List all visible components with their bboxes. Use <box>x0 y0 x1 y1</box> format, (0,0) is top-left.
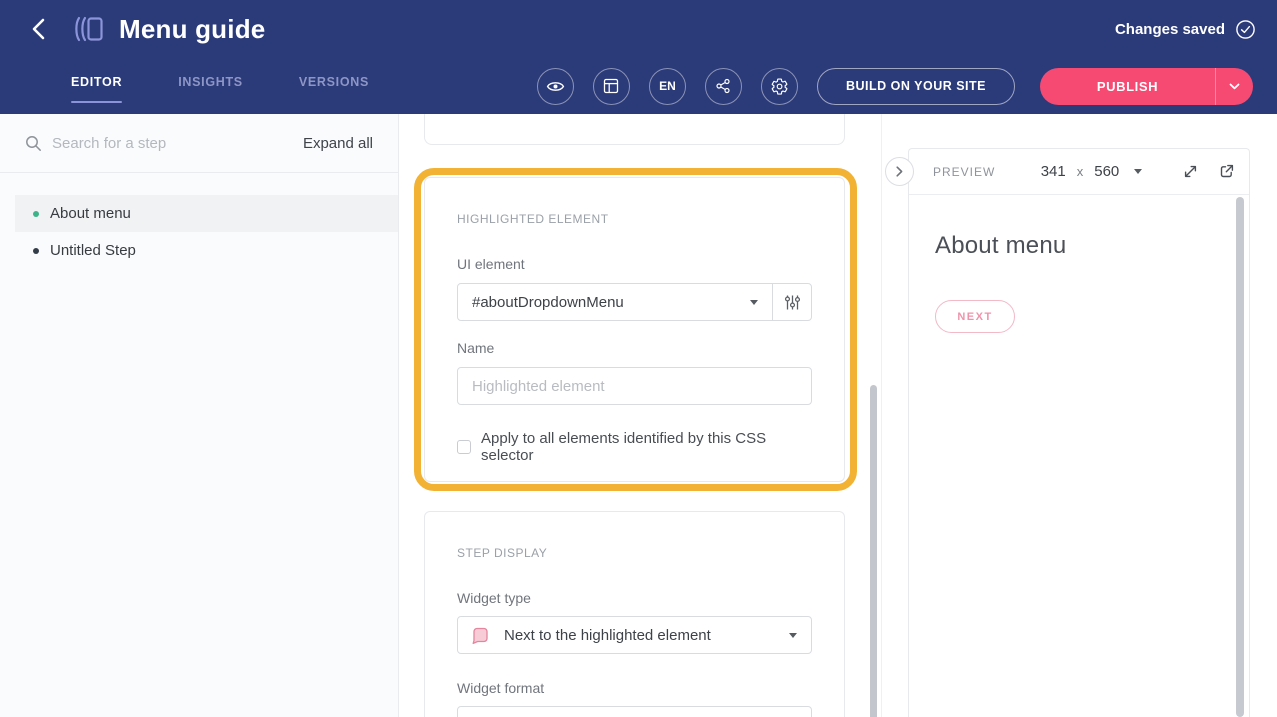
step-search-input[interactable] <box>52 135 303 152</box>
viewport-size-dropdown[interactable]: 341 x 560 <box>1011 163 1172 180</box>
open-in-new-window-button[interactable] <box>1218 163 1235 180</box>
ui-element-value: #aboutDropdownMenu <box>472 294 624 311</box>
share-icon <box>715 78 731 94</box>
share-button[interactable] <box>705 68 742 105</box>
chevron-down-icon <box>1229 83 1240 90</box>
apply-all-checkbox-label: Apply to all elements identified by this… <box>481 430 812 464</box>
layout-panel-button[interactable] <box>593 68 630 105</box>
step-list: About menu Untitled Step <box>0 173 398 269</box>
caret-down-icon <box>1134 169 1142 174</box>
preview-panel: PREVIEW 341 x 560 <box>908 148 1250 717</box>
step-status-dot <box>33 211 39 217</box>
name-label: Name <box>457 340 812 356</box>
preview-viewport: About menu NEXT <box>909 195 1249 333</box>
publish-menu-button[interactable] <box>1216 68 1253 105</box>
save-status-label: Changes saved <box>1115 21 1225 38</box>
tab-editor[interactable]: EDITOR <box>71 69 122 103</box>
widget-format-select[interactable]: Hint <box>457 706 812 717</box>
sliders-icon <box>783 293 802 312</box>
app-window: Menu guide Changes saved EDITOR INSIGHTS… <box>0 0 1277 717</box>
publish-split-button: PUBLISH <box>1040 68 1253 105</box>
caret-down-icon <box>750 300 758 305</box>
build-button-label: BUILD ON YOUR SITE <box>846 79 986 93</box>
highlighted-element-card: HIGHLIGHTED ELEMENT UI element #aboutDro… <box>424 177 845 482</box>
page-title: Menu guide <box>119 14 265 45</box>
tour-type-icon <box>70 14 106 44</box>
section-title: STEP DISPLAY <box>457 546 812 560</box>
step-item-label: About menu <box>50 205 131 222</box>
caret-down-icon <box>789 633 797 638</box>
step-item-label: Untitled Step <box>50 242 136 259</box>
check-circle-icon <box>1235 19 1256 40</box>
viewport-width-value: 341 <box>1041 163 1066 180</box>
highlighted-element-name-input[interactable] <box>457 367 812 405</box>
header-tab-row: EDITOR INSIGHTS VERSIONS <box>0 58 1277 114</box>
viewport-height-value: 560 <box>1094 163 1119 180</box>
step-item-about-menu[interactable]: About menu <box>15 195 398 232</box>
step-search-row: Expand all <box>0 114 398 173</box>
previous-card-bottom <box>424 114 845 145</box>
search-icon <box>25 135 42 152</box>
editor-scrollbar-thumb[interactable] <box>870 385 877 717</box>
settings-button[interactable] <box>761 68 798 105</box>
tab-versions[interactable]: VERSIONS <box>299 69 369 103</box>
collapse-preview-button[interactable] <box>885 157 914 186</box>
widget-type-select[interactable]: Next to the highlighted element <box>457 616 812 654</box>
chevron-right-icon <box>896 166 903 177</box>
preview-actions <box>1182 163 1235 180</box>
expand-all-link[interactable]: Expand all <box>303 135 373 152</box>
tab-insights[interactable]: INSIGHTS <box>178 69 243 103</box>
eye-icon <box>546 77 565 96</box>
publish-button[interactable]: PUBLISH <box>1040 68 1215 105</box>
section-title: HIGHLIGHTED ELEMENT <box>457 212 812 226</box>
external-link-icon <box>1218 163 1235 180</box>
language-label: EN <box>659 79 676 93</box>
app-header: Menu guide Changes saved EDITOR INSIGHTS… <box>0 0 1277 114</box>
preview-title: PREVIEW <box>933 165 1011 179</box>
build-on-your-site-button[interactable]: BUILD ON YOUR SITE <box>817 68 1015 105</box>
selector-settings-button[interactable] <box>773 284 811 320</box>
tooltip-bubble-icon <box>470 625 490 645</box>
steps-sidebar: Expand all About menu Untitled Step <box>0 114 399 717</box>
ui-element-select-group: #aboutDropdownMenu <box>457 283 812 321</box>
header-toolbar: EN <box>537 68 1253 105</box>
gear-icon <box>771 78 788 95</box>
preview-step-title: About menu <box>935 232 1223 260</box>
preview-header: PREVIEW 341 x 560 <box>909 149 1249 195</box>
step-editor-scroll-area: HIGHLIGHTED ELEMENT UI element #aboutDro… <box>399 114 882 717</box>
ui-element-label: UI element <box>457 256 812 272</box>
window-layout-icon <box>603 78 619 94</box>
step-item-untitled-step[interactable]: Untitled Step <box>15 232 398 269</box>
widget-type-value: Next to the highlighted element <box>504 627 711 644</box>
ui-element-select[interactable]: #aboutDropdownMenu <box>458 284 772 320</box>
save-status: Changes saved <box>1115 19 1256 40</box>
preview-scrollbar-thumb[interactable] <box>1236 197 1244 717</box>
widget-format-label: Widget format <box>457 680 812 696</box>
preview-eye-button[interactable] <box>537 68 574 105</box>
step-display-card: STEP DISPLAY Widget type Next to the hig… <box>424 511 845 717</box>
apply-all-checkbox-row: Apply to all elements identified by this… <box>457 430 812 464</box>
step-status-dot <box>33 248 39 254</box>
back-button[interactable] <box>26 15 50 43</box>
fullscreen-button[interactable] <box>1182 163 1199 180</box>
preview-next-button[interactable]: NEXT <box>935 300 1015 333</box>
widget-type-label: Widget type <box>457 590 812 606</box>
language-button[interactable]: EN <box>649 68 686 105</box>
expand-diagonal-icon <box>1182 163 1199 180</box>
apply-all-checkbox[interactable] <box>457 440 471 454</box>
size-separator: x <box>1077 164 1084 179</box>
header-title-row: Menu guide Changes saved <box>0 0 1277 58</box>
chevron-left-icon <box>32 18 45 40</box>
